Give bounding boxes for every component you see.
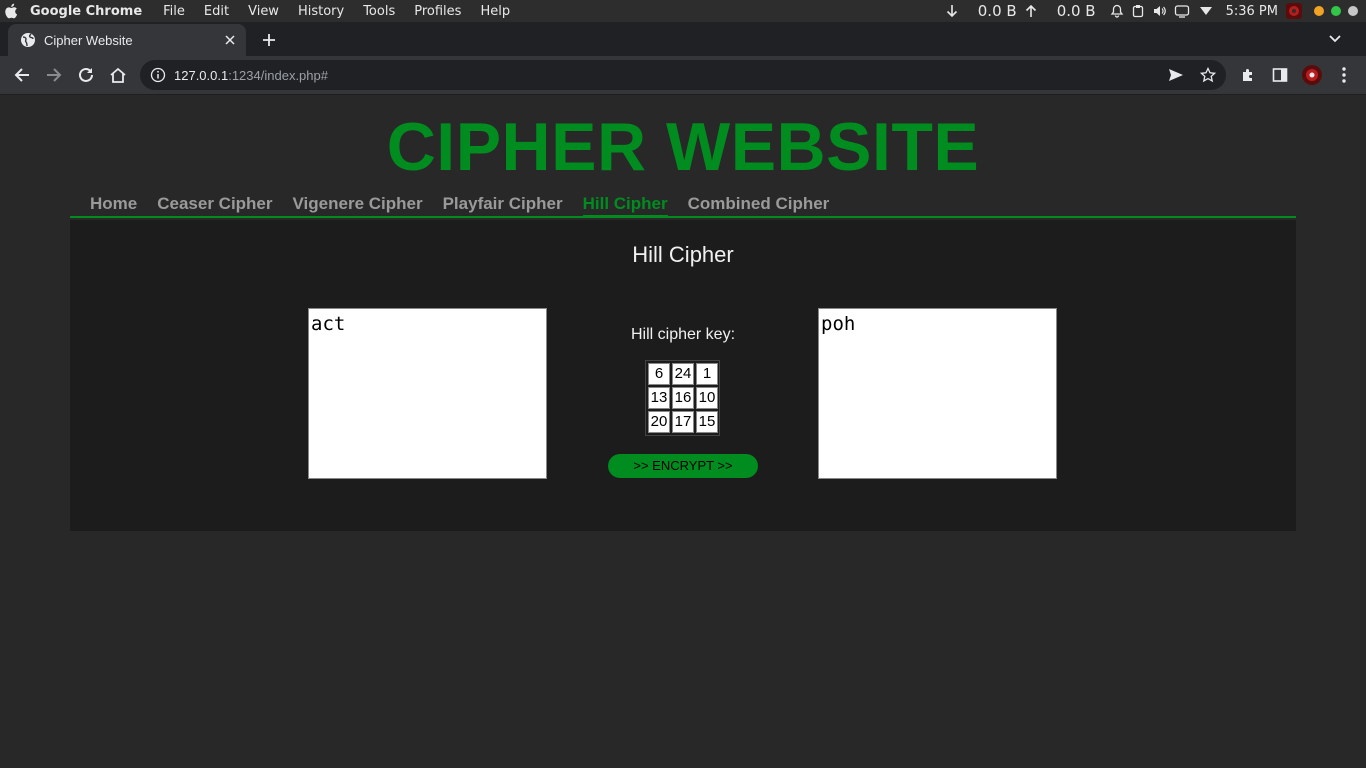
- key-cell[interactable]: 15: [696, 411, 718, 433]
- key-cell[interactable]: 24: [672, 363, 694, 385]
- upload-arrow-icon: [1025, 4, 1037, 18]
- nav-playfair-cipher[interactable]: Playfair Cipher: [443, 194, 563, 218]
- close-tab-icon[interactable]: [222, 32, 238, 48]
- send-tab-icon[interactable]: [1166, 65, 1186, 85]
- menu-edit[interactable]: Edit: [204, 4, 229, 19]
- url-path: :1234/index.php#: [228, 67, 328, 83]
- profile-avatar-icon[interactable]: [1302, 65, 1322, 85]
- bookmark-star-icon[interactable]: [1198, 65, 1218, 85]
- tab-search-chevron-icon[interactable]: [1328, 31, 1344, 47]
- apple-icon[interactable]: [4, 3, 18, 19]
- site-nav: Home Ceaser Cipher Vigenere Cipher Playf…: [70, 194, 1296, 218]
- key-cell[interactable]: 1: [696, 363, 718, 385]
- key-cell[interactable]: 10: [696, 387, 718, 409]
- reload-icon[interactable]: [76, 65, 96, 85]
- key-cell[interactable]: 16: [672, 387, 694, 409]
- key-matrix: 6 24 1 13 16 10 20 17 15: [645, 360, 720, 436]
- encrypt-button[interactable]: >> ENCRYPT >>: [608, 454, 758, 478]
- menu-profiles[interactable]: Profiles: [414, 4, 461, 19]
- wifi-icon[interactable]: [1199, 6, 1212, 16]
- tab-cipher-website[interactable]: Cipher Website: [8, 24, 246, 56]
- volume-icon[interactable]: [1152, 4, 1166, 18]
- new-tab-button[interactable]: [259, 30, 279, 50]
- window-minimize-dot[interactable]: [1314, 6, 1324, 16]
- tab-title: Cipher Website: [44, 32, 133, 48]
- display-icon[interactable]: [1174, 4, 1190, 18]
- download-arrow-icon: [946, 4, 958, 18]
- panel-title: Hill Cipher: [632, 242, 734, 267]
- nav-combined-cipher[interactable]: Combined Cipher: [688, 194, 830, 218]
- url-text[interactable]: 127.0.0.1:1234/index.php#: [174, 68, 328, 83]
- ciphertext-output[interactable]: poh: [818, 308, 1057, 479]
- side-panel-icon[interactable]: [1270, 65, 1290, 85]
- extensions-puzzle-icon[interactable]: [1238, 65, 1258, 85]
- menu-google-chrome[interactable]: Google Chrome: [30, 4, 142, 19]
- cipher-panel: Hill Cipher act Hill cipher key: 6 24 1 …: [70, 220, 1296, 531]
- kebab-menu-icon[interactable]: [1334, 65, 1354, 85]
- menu-tools[interactable]: Tools: [363, 4, 395, 19]
- key-cell[interactable]: 13: [648, 387, 670, 409]
- key-label: Hill cipher key:: [630, 326, 736, 343]
- nav-hill-cipher[interactable]: Hill Cipher: [582, 194, 668, 218]
- window-zoom-dot[interactable]: [1331, 6, 1341, 16]
- nav-home[interactable]: Home: [90, 194, 137, 218]
- notification-bell-icon[interactable]: [1110, 4, 1124, 18]
- back-arrow-icon[interactable]: [12, 65, 32, 85]
- site-title: CIPHER WEBSITE: [386, 109, 980, 185]
- tab-strip: Cipher Website: [0, 22, 1366, 56]
- url-host: 127.0.0.1: [174, 67, 229, 83]
- nav-ceaser-cipher[interactable]: Ceaser Cipher: [157, 194, 272, 218]
- net-down-rate: 0.0 B: [977, 2, 1017, 20]
- home-icon[interactable]: [108, 65, 128, 85]
- key-cell[interactable]: 6: [648, 363, 670, 385]
- net-up-rate: 0.0 B: [1056, 2, 1096, 20]
- menu-bar: Google Chrome File Edit View History Too…: [0, 0, 1366, 22]
- browser-toolbar: 127.0.0.1:1234/index.php#: [0, 56, 1366, 95]
- user-avatar-icon[interactable]: [1286, 3, 1302, 19]
- address-bar[interactable]: 127.0.0.1:1234/index.php#: [140, 60, 1226, 90]
- menu-view[interactable]: View: [248, 4, 279, 19]
- web-page: CIPHER WEBSITE Home Ceaser Cipher Vigene…: [0, 96, 1366, 768]
- globe-icon: [21, 33, 35, 47]
- clipboard-icon[interactable]: [1132, 4, 1144, 18]
- menu-history[interactable]: History: [298, 4, 344, 19]
- site-info-icon[interactable]: [150, 67, 166, 83]
- key-cell[interactable]: 20: [648, 411, 670, 433]
- menu-file[interactable]: File: [163, 4, 185, 19]
- key-cell[interactable]: 17: [672, 411, 694, 433]
- status-area: 0.0 B 0.0 B 5:36 PM: [936, 0, 1366, 22]
- window-other-dot[interactable]: [1348, 6, 1358, 16]
- menu-help[interactable]: Help: [480, 4, 510, 19]
- nav-vigenere-cipher[interactable]: Vigenere Cipher: [293, 194, 423, 218]
- clock[interactable]: 5:36 PM: [1226, 4, 1278, 19]
- forward-arrow-icon[interactable]: [44, 65, 64, 85]
